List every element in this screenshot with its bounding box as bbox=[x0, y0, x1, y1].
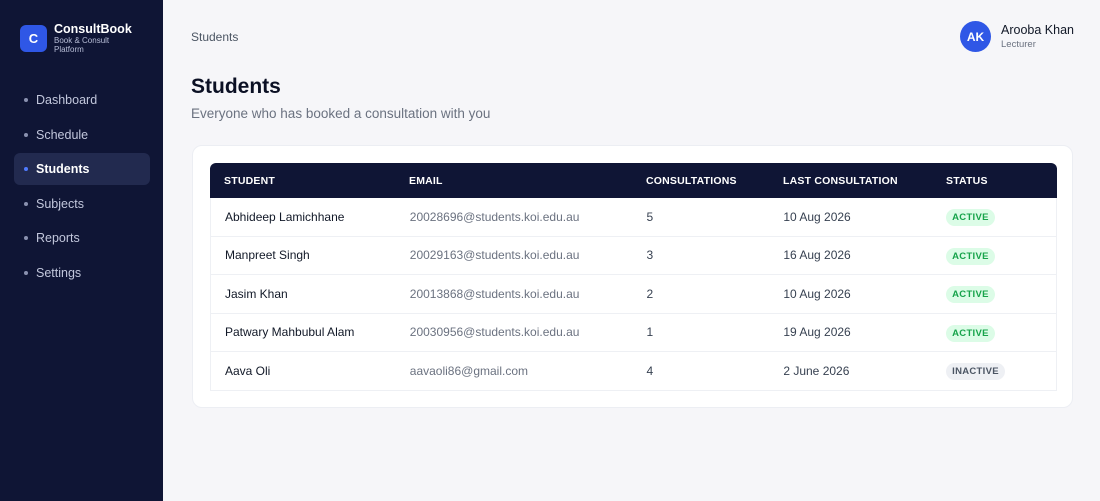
user-role: Lecturer bbox=[1001, 39, 1036, 50]
column-header-student[interactable]: STUDENT bbox=[210, 175, 409, 187]
sidebar-item-schedule[interactable]: Schedule bbox=[14, 119, 150, 151]
student-email: aavaoli86@gmail.com bbox=[409, 363, 529, 378]
student-name: Manpreet Singh bbox=[225, 248, 310, 263]
avatar: AK bbox=[960, 21, 992, 52]
sidebar-item-students[interactable]: Students bbox=[14, 153, 150, 185]
sidebar-item-label: Dashboard bbox=[36, 93, 98, 107]
status-cell: ACTIVE bbox=[946, 323, 1056, 342]
sidebar-item-subjects[interactable]: Subjects bbox=[14, 188, 150, 220]
consultation-count: 4 bbox=[646, 363, 654, 378]
sidebar-item-label: Students bbox=[36, 162, 90, 176]
brand-name: ConsultBook bbox=[54, 22, 132, 36]
table-row[interactable]: Manpreet Singh 20029163@students.koi.edu… bbox=[210, 236, 1057, 275]
brand-text: ConsultBook Book & Consult Platform bbox=[54, 22, 132, 54]
consultation-count: 2 bbox=[646, 286, 654, 301]
status-cell: ACTIVE bbox=[946, 284, 1056, 304]
bullet-icon bbox=[24, 98, 28, 102]
sidebar-item-label: Schedule bbox=[36, 127, 89, 142]
sidebar-nav: Dashboard Schedule Students Subjects Rep… bbox=[14, 84, 150, 291]
students-table: STUDENT EMAIL CONSULTATIONS LAST CONSULT… bbox=[210, 163, 1057, 391]
status-cell: ACTIVE bbox=[946, 207, 1056, 227]
bullet-icon bbox=[24, 132, 28, 137]
user-menu[interactable]: AK Arooba Khan Lecturer bbox=[960, 21, 1074, 52]
status-cell: INACTIVE bbox=[946, 361, 1056, 381]
user-name: Arooba Khan bbox=[1001, 23, 1074, 37]
consultation-count: 1 bbox=[646, 325, 654, 340]
column-header-consultations[interactable]: CONSULTATIONS bbox=[646, 175, 783, 187]
brand[interactable]: C ConsultBook Book & Consult Platform bbox=[20, 22, 132, 54]
student-name: Abhideep Lamichhane bbox=[225, 209, 345, 224]
status-badge: ACTIVE bbox=[946, 247, 995, 265]
sidebar-item-label: Reports bbox=[36, 231, 80, 245]
breadcrumb: Students bbox=[191, 30, 239, 44]
bullet-icon bbox=[24, 201, 28, 206]
table-row[interactable]: Patwary Mahbubul Alam 20030956@students.… bbox=[210, 313, 1057, 352]
status-cell: ACTIVE bbox=[946, 246, 1056, 265]
column-header-email[interactable]: EMAIL bbox=[409, 175, 646, 187]
status-badge: ACTIVE bbox=[946, 209, 995, 227]
bullet-icon bbox=[24, 270, 28, 275]
column-header-last-consultation[interactable]: LAST CONSULTATION bbox=[783, 175, 946, 187]
sidebar-item-reports[interactable]: Reports bbox=[14, 222, 150, 254]
column-header-status[interactable]: STATUS bbox=[946, 175, 1056, 187]
sidebar-item-label: Settings bbox=[36, 265, 82, 280]
bullet-icon bbox=[24, 236, 28, 240]
consultation-count: 5 bbox=[646, 209, 654, 224]
table-row[interactable]: Abhideep Lamichhane 20028696@students.ko… bbox=[210, 198, 1057, 237]
table-header: STUDENT EMAIL CONSULTATIONS LAST CONSULT… bbox=[210, 163, 1057, 198]
user-info: Arooba Khan Lecturer bbox=[1001, 22, 1074, 51]
student-email: 20030956@students.koi.edu.au bbox=[409, 325, 580, 340]
student-email: 20013868@students.koi.edu.au bbox=[409, 286, 580, 301]
students-card: STUDENT EMAIL CONSULTATIONS LAST CONSULT… bbox=[192, 145, 1073, 408]
student-name: Patwary Mahbubul Alam bbox=[225, 325, 355, 340]
table-row[interactable]: Aava Oli aavaoli86@gmail.com 4 2 June 20… bbox=[210, 352, 1057, 391]
sidebar-item-settings[interactable]: Settings bbox=[14, 257, 150, 289]
consultation-count: 3 bbox=[646, 248, 654, 263]
student-name: Jasim Khan bbox=[225, 286, 288, 301]
table-row[interactable]: Jasim Khan 20013868@students.koi.edu.au … bbox=[210, 275, 1057, 314]
brand-logo: C bbox=[20, 25, 47, 52]
status-badge: INACTIVE bbox=[946, 363, 1005, 381]
sidebar: C ConsultBook Book & Consult Platform Da… bbox=[0, 0, 163, 501]
student-email: 20029163@students.koi.edu.au bbox=[409, 248, 580, 263]
bullet-icon bbox=[24, 167, 28, 171]
last-consultation: 2 June 2026 bbox=[783, 363, 850, 378]
student-name: Aava Oli bbox=[225, 363, 271, 378]
sidebar-item-label: Subjects bbox=[36, 196, 84, 211]
sidebar-item-dashboard[interactable]: Dashboard bbox=[14, 84, 150, 116]
status-badge: ACTIVE bbox=[946, 324, 995, 342]
last-consultation: 19 Aug 2026 bbox=[783, 325, 851, 340]
brand-subtitle: Book & Consult Platform bbox=[54, 36, 110, 54]
last-consultation: 10 Aug 2026 bbox=[783, 209, 851, 224]
status-badge: ACTIVE bbox=[946, 286, 995, 304]
last-consultation: 10 Aug 2026 bbox=[783, 286, 851, 301]
student-email: 20028696@students.koi.edu.au bbox=[409, 209, 580, 224]
page-subtitle: Everyone who has booked a consultation w… bbox=[191, 106, 491, 121]
page-title: Students bbox=[191, 75, 281, 98]
last-consultation: 16 Aug 2026 bbox=[783, 248, 851, 263]
